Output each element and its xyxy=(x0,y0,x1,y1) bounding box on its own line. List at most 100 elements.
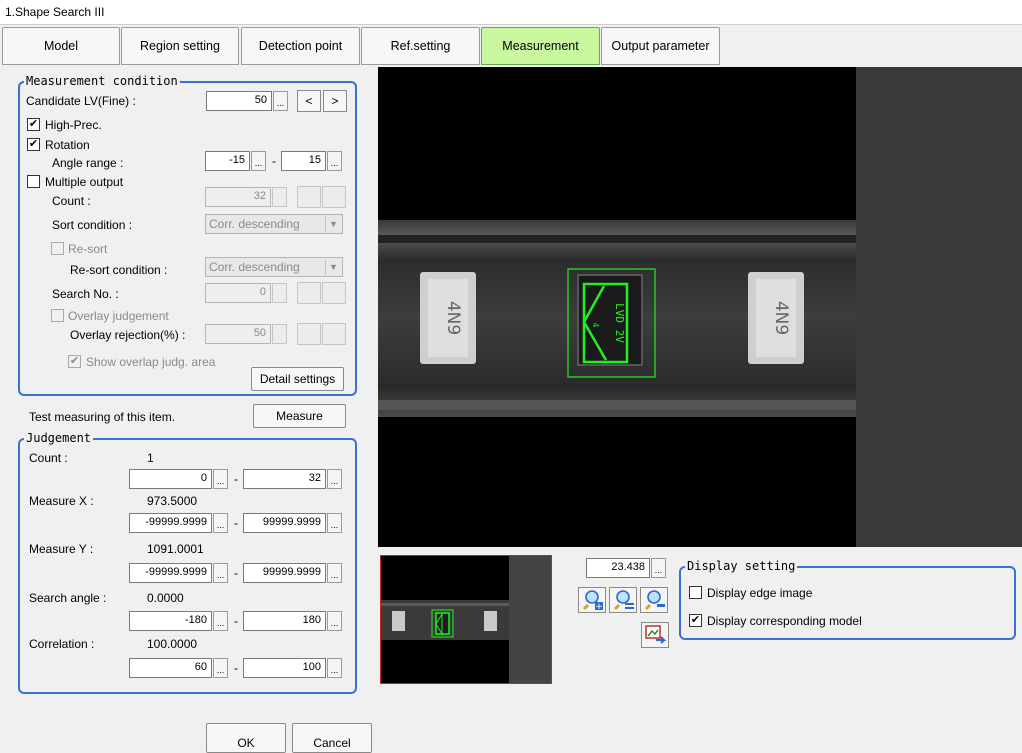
overlay-rejection-field[interactable]: 50 xyxy=(205,324,271,344)
overlay-judgement-label: Overlay judgement xyxy=(68,309,169,323)
candidate-lv-decrement-button[interactable]: < xyxy=(297,90,321,112)
svg-text:4: 4 xyxy=(591,323,600,328)
zoom-fit-button[interactable] xyxy=(609,587,637,613)
measure-y-max-edit-button[interactable]: ... xyxy=(327,563,342,583)
window-title-bar: 1.Shape Search III xyxy=(0,0,1022,25)
measure-x-min-edit-button[interactable]: ... xyxy=(213,513,228,533)
rotation-checkbox[interactable]: ✔ xyxy=(27,138,40,151)
measure-x-label: Measure X : xyxy=(29,494,94,508)
overlay-rejection-increment-button[interactable] xyxy=(322,323,346,345)
measure-x-min-field[interactable]: -99999.9999 xyxy=(129,513,212,533)
correlation-max-edit-button[interactable]: ... xyxy=(327,658,342,678)
sort-condition-label: Sort condition : xyxy=(52,218,133,232)
measure-x-max-edit-button[interactable]: ... xyxy=(327,513,342,533)
multiple-output-checkbox[interactable] xyxy=(27,175,40,188)
navigator-thumbnail[interactable] xyxy=(380,555,552,684)
angle-max-edit-button[interactable]: ... xyxy=(327,151,342,171)
correlation-max-field[interactable]: 100 xyxy=(243,658,326,678)
zoom-in-button[interactable]: + xyxy=(578,587,606,613)
range-dash: - xyxy=(234,472,238,486)
cancel-button[interactable]: Cancel xyxy=(292,723,372,753)
tab-output-parameter[interactable]: Output parameter xyxy=(601,27,720,65)
resort-condition-select[interactable]: Corr. descending ▼ xyxy=(205,257,343,277)
tab-ref-setting[interactable]: Ref.setting xyxy=(361,27,480,65)
zoom-level-field[interactable]: 23.438 xyxy=(586,558,650,578)
chevron-down-icon: ▼ xyxy=(325,259,341,275)
group-title: Display setting xyxy=(685,559,798,573)
window-title: 1.Shape Search III xyxy=(5,5,105,19)
count-max-field[interactable]: 32 xyxy=(243,469,326,489)
judge-count-value: 1 xyxy=(147,451,154,465)
resort-label: Re-sort xyxy=(68,242,108,256)
candidate-lv-label: Candidate LV(Fine) : xyxy=(26,94,136,108)
measure-x-value: 973.5000 xyxy=(147,494,198,508)
overlay-judgement-checkbox[interactable] xyxy=(51,309,64,322)
search-no-field[interactable]: 0 xyxy=(205,283,271,303)
search-no-decrement-button[interactable] xyxy=(297,282,321,304)
count-label: Count : xyxy=(52,194,91,208)
search-no-increment-button[interactable] xyxy=(322,282,346,304)
overlay-rejection-edit-button[interactable] xyxy=(272,324,287,344)
image-viewer[interactable]: 4N9 4N9 LVD 2V 4 xyxy=(378,67,856,547)
correlation-min-field[interactable]: 60 xyxy=(129,658,212,678)
zoom-in-icon: + xyxy=(581,588,603,613)
measure-y-value: 1091.0001 xyxy=(147,542,204,556)
tab-label: Output parameter xyxy=(611,39,710,53)
range-dash: - xyxy=(234,614,238,628)
angle-max-field[interactable]: 15 xyxy=(281,151,326,171)
high-prec-checkbox[interactable]: ✔ xyxy=(27,118,40,131)
cancel-label: Cancel xyxy=(313,736,351,750)
tab-detection-point[interactable]: Detection point xyxy=(241,27,360,65)
display-model-label: Display corresponding model xyxy=(707,614,862,628)
measure-y-label: Measure Y : xyxy=(29,542,94,556)
measure-x-max-field[interactable]: 99999.9999 xyxy=(243,513,326,533)
search-angle-max-field[interactable]: 180 xyxy=(243,611,326,631)
correlation-min-edit-button[interactable]: ... xyxy=(213,658,228,678)
count-min-field[interactable]: 0 xyxy=(129,469,212,489)
resort-condition-label: Re-sort condition : xyxy=(70,263,168,277)
measure-y-min-edit-button[interactable]: ... xyxy=(213,563,228,583)
candidate-lv-increment-button[interactable]: > xyxy=(323,90,347,112)
tab-label: Region setting xyxy=(140,39,220,53)
search-angle-min-field[interactable]: -180 xyxy=(129,611,212,631)
tab-region-setting[interactable]: Region setting xyxy=(121,27,239,65)
count-max-edit-button[interactable]: ... xyxy=(327,469,342,489)
candidate-lv-edit-button[interactable]: ... xyxy=(273,91,288,111)
correlation-label: Correlation : xyxy=(29,637,95,651)
display-edge-checkbox[interactable] xyxy=(689,586,702,599)
measure-y-max-field[interactable]: 99999.9999 xyxy=(243,563,326,583)
resort-checkbox[interactable] xyxy=(51,242,64,255)
correlation-value: 100.0000 xyxy=(147,637,198,651)
tab-model[interactable]: Model xyxy=(2,27,120,65)
measure-y-min-field[interactable]: -99999.9999 xyxy=(129,563,212,583)
count-field[interactable]: 32 xyxy=(205,187,271,207)
search-angle-max-edit-button[interactable]: ... xyxy=(327,611,342,631)
candidate-lv-field[interactable]: 50 xyxy=(206,91,272,111)
count-decrement-button[interactable] xyxy=(297,186,321,208)
display-setting-group: Display setting xyxy=(679,559,1016,640)
detail-settings-button[interactable]: Detail settings xyxy=(251,367,344,391)
count-edit-button[interactable] xyxy=(272,187,287,207)
show-overlap-checkbox[interactable]: ✔ xyxy=(68,355,81,368)
measure-button[interactable]: Measure xyxy=(253,404,346,428)
search-angle-min-edit-button[interactable]: ... xyxy=(213,611,228,631)
count-increment-button[interactable] xyxy=(322,186,346,208)
search-no-edit-button[interactable] xyxy=(272,283,287,303)
angle-min-field[interactable]: -15 xyxy=(205,151,250,171)
image-swap-button[interactable] xyxy=(641,622,669,648)
tab-measurement[interactable]: Measurement xyxy=(481,27,600,65)
select-value: Corr. descending xyxy=(209,260,300,274)
ok-button[interactable]: OK xyxy=(206,723,286,753)
angle-min-edit-button[interactable]: ... xyxy=(251,151,266,171)
image-swap-icon xyxy=(644,623,667,648)
rotation-label: Rotation xyxy=(45,138,90,152)
tab-label: Model xyxy=(43,39,79,53)
zoom-level-edit-button[interactable]: ... xyxy=(651,558,666,578)
sort-condition-select[interactable]: Corr. descending ▼ xyxy=(205,214,343,234)
high-prec-label: High-Prec. xyxy=(45,118,102,132)
display-model-checkbox[interactable]: ✔ xyxy=(689,614,702,627)
thumbnail-image xyxy=(381,556,551,683)
count-min-edit-button[interactable]: ... xyxy=(213,469,228,489)
zoom-out-button[interactable] xyxy=(640,587,668,613)
overlay-rejection-decrement-button[interactable] xyxy=(297,323,321,345)
